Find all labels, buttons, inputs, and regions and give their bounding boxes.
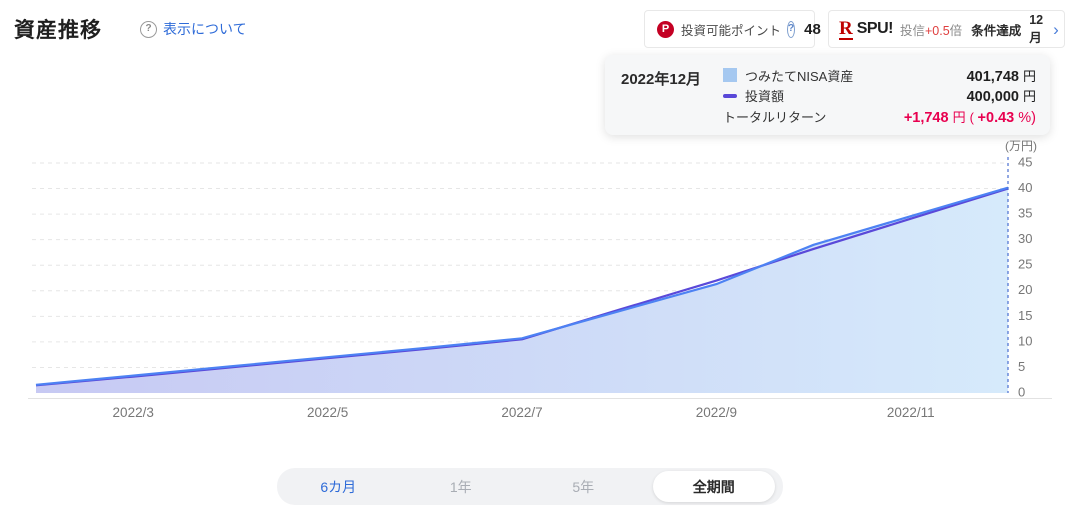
spu-multiplier: +0.5	[925, 24, 950, 38]
rakuten-r-logo-icon: R	[839, 19, 853, 40]
y-tick-label: 30	[1018, 231, 1032, 246]
points-question-icon[interactable]: ?	[787, 21, 795, 38]
spu-logo-text: SPU!	[857, 20, 893, 38]
range-tab-6m[interactable]: 6カ月	[277, 468, 400, 505]
range-tabs: 6カ月1年5年全期間	[277, 468, 783, 505]
tooltip-value: 400,000円	[967, 86, 1036, 105]
chevron-right-icon: ›	[1053, 21, 1059, 38]
spu-status: 条件達成	[971, 20, 1021, 39]
spu-month: 12月	[1029, 13, 1043, 46]
y-tick-label: 35	[1018, 206, 1032, 221]
y-tick-label: 25	[1018, 257, 1032, 272]
chart-tooltip: 2022年12月 つみたてNISA資産 401,748円 投資額 400,000…	[605, 55, 1050, 135]
y-tick-label: 45	[1018, 154, 1032, 169]
nisa-swatch-icon	[723, 68, 737, 82]
tooltip-row-investment: 投資額 400,000円	[723, 87, 1036, 105]
x-tick-label: 2022/9	[696, 405, 737, 420]
y-tick-label: 0	[1018, 384, 1025, 399]
investable-points-box[interactable]: P 投資可能ポイント ? 48	[644, 10, 815, 48]
tooltip-row-total-return: トータルリターン +1,748円( +0.43 %)	[723, 107, 1036, 125]
tooltip-label: トータルリターン	[723, 107, 904, 126]
y-axis-unit-label: (万円)	[1005, 139, 1037, 153]
investment-swatch-icon	[723, 94, 737, 98]
y-tick-label: 15	[1018, 308, 1032, 323]
tooltip-return-value: +1,748円( +0.43 %)	[904, 107, 1036, 126]
y-tick-label: 40	[1018, 180, 1032, 195]
range-tab-5y[interactable]: 5年	[522, 468, 645, 505]
help-question-icon[interactable]: ?	[140, 21, 157, 38]
range-tab-all[interactable]: 全期間	[653, 471, 776, 502]
spu-banner[interactable]: R SPU! 投信+0.5倍 条件達成 12月 ›	[828, 10, 1065, 48]
x-tick-label: 2022/7	[501, 405, 542, 420]
x-tick-label: 2022/5	[307, 405, 348, 420]
x-tick-label: 2022/11	[887, 405, 935, 420]
tooltip-date: 2022年12月	[621, 66, 723, 125]
page-title: 資産推移	[14, 14, 102, 44]
tooltip-label: つみたてNISA資産	[745, 66, 967, 85]
points-value: 48	[804, 21, 821, 38]
spu-detail: 投信+0.5倍	[900, 20, 962, 39]
tooltip-label: 投資額	[745, 86, 967, 105]
page-header: 資産推移 ? 表示について	[14, 14, 247, 44]
display-help-link[interactable]: 表示について	[163, 19, 247, 39]
x-tick-label: 2022/3	[113, 405, 154, 420]
y-tick-label: 20	[1018, 282, 1032, 297]
rakuten-point-coin-icon: P	[657, 21, 674, 38]
y-tick-label: 10	[1018, 333, 1032, 348]
points-label: 投資可能ポイント	[681, 20, 781, 39]
tooltip-row-nisa: つみたてNISA資産 401,748円	[723, 66, 1036, 84]
tooltip-value: 401,748円	[967, 66, 1036, 85]
range-tab-1y[interactable]: 1年	[400, 468, 523, 505]
y-tick-label: 5	[1018, 359, 1025, 374]
